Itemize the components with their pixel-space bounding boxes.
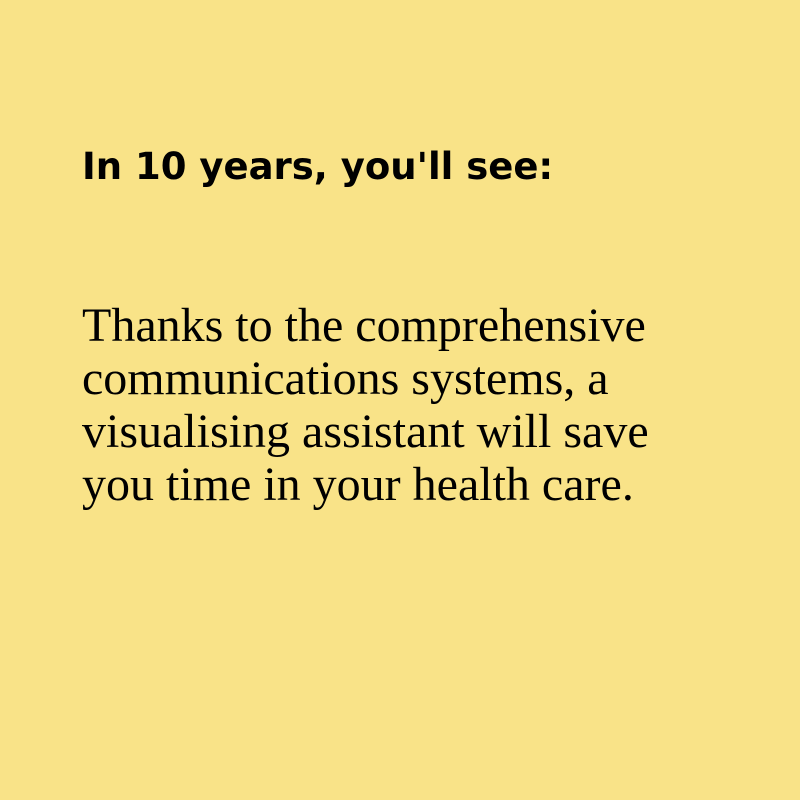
heading: In 10 years, you'll see: [82,145,554,188]
body-text: Thanks to the comprehensive communicatio… [82,299,649,511]
info-card: In 10 years, you'll see: Thanks to the c… [0,0,800,800]
